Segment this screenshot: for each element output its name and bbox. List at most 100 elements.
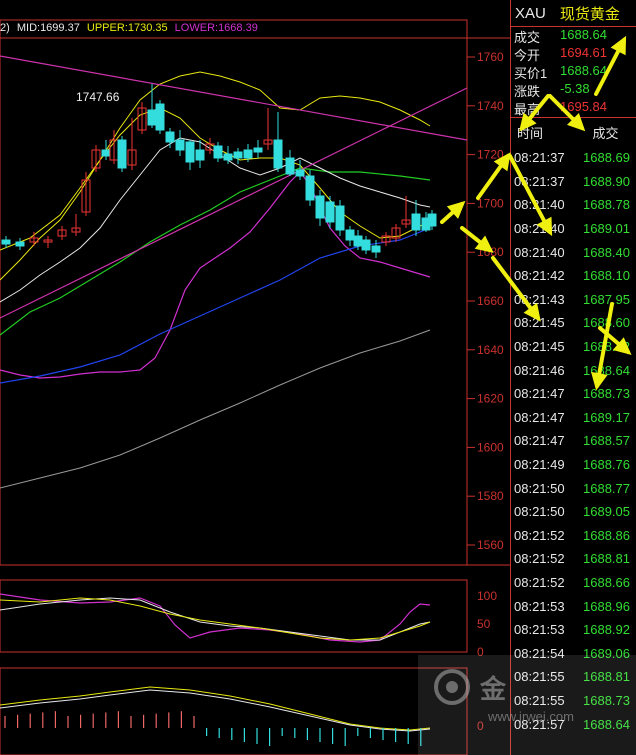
tick-time: 08:21:47 <box>514 386 565 402</box>
macd-histogram <box>4 711 422 746</box>
candle-body <box>305 175 315 201</box>
candle-body <box>285 157 295 175</box>
candlesticks <box>1 84 437 258</box>
tick-row: 08:21:46 1688.64 <box>511 358 636 382</box>
tick-price: 1688.81 <box>583 551 630 567</box>
tick-list[interactable]: 08:21:37 1688.69 08:21:37 1688.90 08:21:40 16… <box>511 146 636 736</box>
macd-white-line <box>0 689 431 732</box>
tick-price: 1688.72 <box>583 339 630 355</box>
watermark: 金 www.jrwei.com <box>418 655 636 755</box>
tick-time: 08:21:47 <box>514 433 565 449</box>
channel-top-line <box>0 55 468 141</box>
candle-body <box>427 213 437 227</box>
quote-row: 今开 1694.61 <box>511 45 636 63</box>
white-mid-line <box>0 137 431 303</box>
quote-value: 1688.64 <box>560 27 607 42</box>
candle-body <box>213 145 223 159</box>
kdj-yellow-line <box>0 597 431 641</box>
col-time: 时间 <box>517 125 544 141</box>
tick-time: 08:21:40 <box>514 244 565 260</box>
quote-value: 1695.84 <box>560 99 607 114</box>
tick-row: 08:21:52 1688.66 <box>511 571 636 595</box>
watermark-site: www.jrwei.com <box>488 709 574 724</box>
quote-key: 买价1 <box>514 66 548 81</box>
quote-key: 最高 <box>514 102 541 117</box>
annotation-arrows <box>440 200 494 253</box>
candle-body <box>117 139 127 169</box>
tick-price: 1688.73 <box>583 386 630 402</box>
quote-row: 成交 1688.64 <box>511 27 636 45</box>
tick-time: 08:21:46 <box>514 362 565 378</box>
candle-body <box>353 235 363 247</box>
tick-time: 08:21:45 <box>514 339 565 355</box>
kdj-white-line <box>0 597 431 641</box>
candle-body <box>243 149 253 159</box>
candle-body <box>325 201 335 223</box>
tick-price: 1688.90 <box>583 173 630 189</box>
candle-body <box>295 169 305 177</box>
candle-body <box>411 213 421 231</box>
quote-row: 涨跌 -5.38 <box>511 81 636 99</box>
tick-price: 1689.05 <box>583 504 630 520</box>
tick-row: 08:21:42 1688.10 <box>511 264 636 288</box>
quote-row: 最高 1695.84 <box>511 99 636 117</box>
macd-yellow-line <box>0 686 431 731</box>
tick-time: 08:21:52 <box>514 527 565 543</box>
tick-row: 08:21:47 1689.17 <box>511 406 636 430</box>
tick-row: 08:21:37 1688.90 <box>511 170 636 194</box>
tick-row: 08:21:47 1688.73 <box>511 382 636 406</box>
tick-price: 1688.57 <box>583 433 630 449</box>
candle-body <box>253 147 263 153</box>
tick-price: 1688.92 <box>583 622 630 638</box>
tick-row: 08:21:45 1688.72 <box>511 335 636 359</box>
tick-time: 08:21:37 <box>514 173 565 189</box>
quote-panel: XAU 现货黄金 成交 1688.64 今开 1694.61 买价1 1688.64 涨跌 -… <box>510 0 636 755</box>
tick-row: 08:21:37 1688.69 <box>511 146 636 170</box>
tick-row: 08:21:53 1688.92 <box>511 618 636 642</box>
quote-header: XAU 现货黄金 <box>511 0 636 27</box>
quote-value: -5.38 <box>560 81 590 96</box>
quote-rows: 成交 1688.64 今开 1694.61 买价1 1688.64 涨跌 -5.38 最高 169… <box>511 27 636 117</box>
gray-ma-line <box>0 329 431 489</box>
tick-row: 08:21:52 1688.81 <box>511 547 636 571</box>
candle-body <box>233 151 243 159</box>
tick-price: 1688.40 <box>583 244 630 260</box>
instrument-name: 现货黄金 <box>559 5 620 23</box>
tick-time: 08:21:45 <box>514 315 565 331</box>
tick-time: 08:21:49 <box>514 457 565 473</box>
candle-body <box>371 245 381 253</box>
kdj-frame <box>0 579 468 653</box>
price-axis-label: 1560 <box>477 538 504 552</box>
channel-bottom-line <box>0 87 468 319</box>
tick-row: 08:21:47 1688.57 <box>511 429 636 453</box>
tick-price: 1688.76 <box>583 457 630 473</box>
tick-price: 1688.86 <box>583 527 630 543</box>
tick-time: 08:21:50 <box>514 480 565 496</box>
candle-body <box>223 153 233 161</box>
tick-time: 08:21:47 <box>514 409 565 425</box>
tick-row: 08:21:52 1688.86 <box>511 524 636 548</box>
high-price-label: 1747.66 <box>76 90 120 104</box>
quote-key: 成交 <box>514 30 541 45</box>
price-chart[interactable]: 1760174017201700168016601640162016001580… <box>0 0 510 755</box>
indicator-readout: 2) MID:1699.37 UPPER:1730.35 LOWER:1668.… <box>0 22 262 34</box>
tick-row: 08:21:53 1688.96 <box>511 594 636 618</box>
macd-frame <box>0 667 468 755</box>
tick-row: 08:21:50 1689.05 <box>511 500 636 524</box>
tick-time: 08:21:50 <box>514 504 565 520</box>
tick-row: 08:21:43 1687.95 <box>511 288 636 312</box>
candle-body <box>345 229 355 241</box>
price-grid <box>467 56 475 546</box>
tick-price: 1688.60 <box>583 315 630 331</box>
candle-body <box>335 205 345 231</box>
tick-time: 08:21:43 <box>514 291 565 307</box>
tick-price: 1688.64 <box>583 362 630 378</box>
tick-price: 1688.69 <box>583 150 630 166</box>
symbol: XAU <box>515 4 546 22</box>
col-price: 成交 <box>592 125 619 141</box>
candle-body <box>185 141 195 163</box>
tick-price: 1688.77 <box>583 480 630 496</box>
yellow-upper-line <box>0 107 431 251</box>
indicator-upper: UPPER:1730.35 <box>86 22 168 34</box>
candle-body <box>195 149 205 161</box>
